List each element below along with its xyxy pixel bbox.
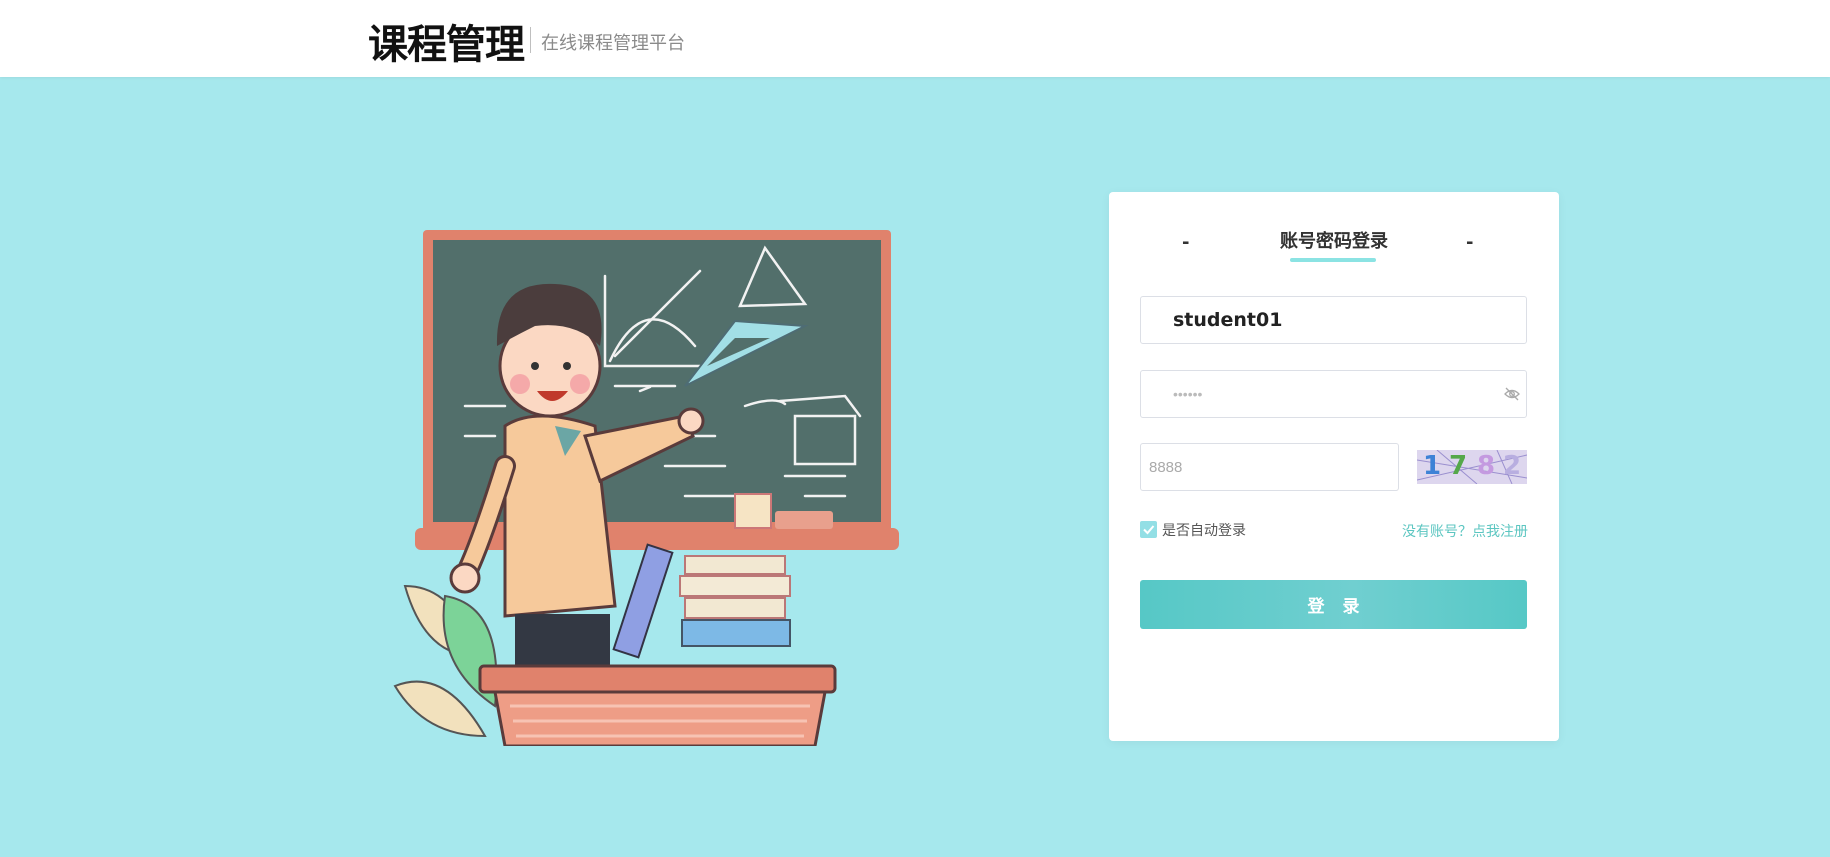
captcha-digit-4: 2	[1503, 451, 1522, 481]
captcha-digit-1: 1	[1423, 451, 1442, 481]
captcha-digit-2: 7	[1449, 451, 1468, 481]
site-subtitle: 在线课程管理平台	[541, 33, 685, 54]
teacher-illustration	[393, 230, 899, 746]
logo-divider	[530, 27, 531, 53]
eye-hide-icon[interactable]	[1504, 386, 1520, 402]
login-button[interactable]: 登录	[1140, 580, 1527, 629]
top-header: 课程管理 在线课程管理平台	[0, 0, 1830, 77]
tab-account-password-login[interactable]: 账号密码登录	[1109, 227, 1559, 253]
site-logo: 课程管理	[368, 22, 525, 68]
tab-dash-right: -	[1466, 232, 1474, 253]
auto-login-label[interactable]: 是否自动登录	[1162, 520, 1246, 540]
username-field[interactable]	[1140, 296, 1527, 344]
password-input[interactable]	[1141, 371, 1526, 417]
login-card: - 账号密码登录 - 1 7 8 2 是否自动登录 没有账号？点我注册 登录	[1109, 192, 1559, 741]
register-link[interactable]: 没有账号？点我注册	[1402, 521, 1528, 541]
captcha-input[interactable]	[1141, 444, 1398, 490]
password-field[interactable]	[1140, 370, 1527, 418]
captcha-digit-3: 8	[1477, 451, 1496, 481]
active-tab-indicator	[1290, 258, 1376, 262]
auto-login-checkbox[interactable]	[1140, 521, 1157, 538]
captcha-image[interactable]: 1 7 8 2	[1417, 450, 1527, 484]
check-icon	[1143, 525, 1155, 535]
username-input[interactable]	[1141, 297, 1526, 343]
captcha-field[interactable]	[1140, 443, 1399, 491]
